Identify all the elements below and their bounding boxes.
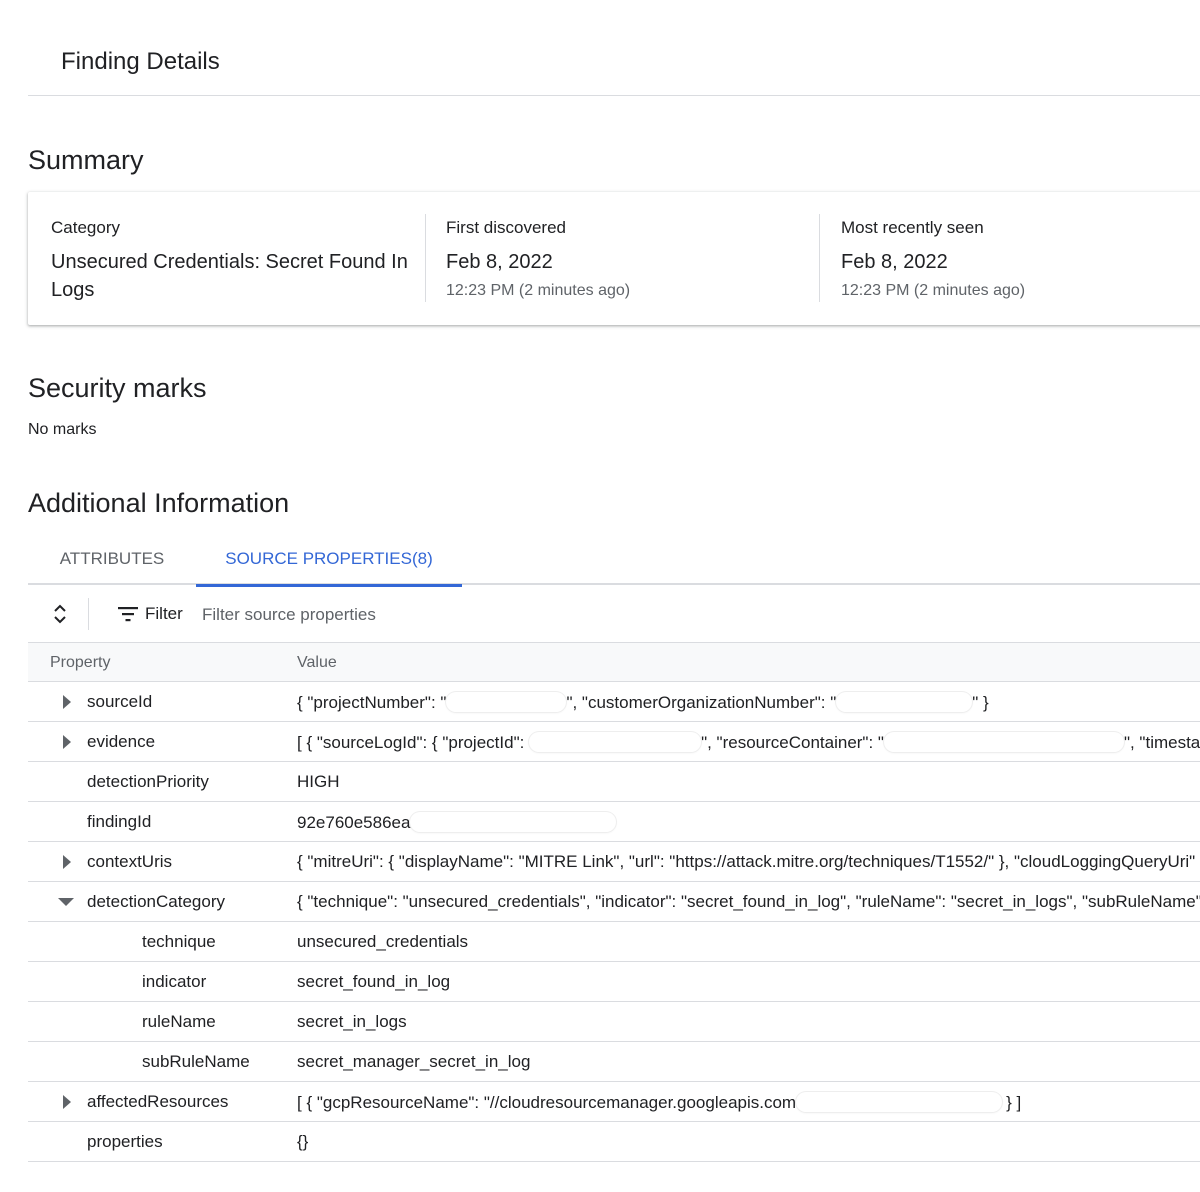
property-value: [ { "gcpResourceName": "//cloudresourcem…	[297, 1092, 1022, 1112]
property-value: secret_in_logs	[297, 1012, 407, 1031]
page-header: Finding Details	[28, 0, 1200, 96]
property-name: indicator	[142, 972, 207, 991]
table-row[interactable]: detectionCategory { "technique": "unsecu…	[28, 882, 1200, 922]
category-label: Category	[51, 218, 120, 237]
redacted-block	[836, 692, 973, 712]
category-value: Unsecured Credentials: Secret Found In L…	[51, 251, 408, 301]
collapse-arrow-icon[interactable]	[58, 893, 74, 911]
most-recently-seen-date: Feb 8, 2022	[841, 251, 948, 273]
info-tabs: ATTRIBUTES SOURCE PROPERTIES(8)	[28, 533, 1200, 587]
property-name: ruleName	[142, 1012, 216, 1031]
table-row[interactable]: indicator secret_found_in_log	[28, 962, 1200, 1002]
property-value: secret_manager_secret_in_log	[297, 1052, 531, 1071]
redacted-block	[529, 732, 702, 752]
table-toolbar: Filter	[28, 586, 1200, 642]
additional-information-heading: Additional Information	[28, 488, 290, 518]
summary-most-recently-seen: Most recently seen Feb 8, 2022 12:23 PM …	[841, 192, 1200, 325]
summary-first-discovered: First discovered Feb 8, 2022 12:23 PM (2…	[446, 192, 806, 325]
security-marks-heading: Security marks	[28, 373, 207, 403]
property-value: { "mitreUri": { "displayName": "MITRE Li…	[297, 852, 1196, 871]
first-discovered-time: 12:23 PM (2 minutes ago)	[446, 282, 631, 299]
property-value: { "technique": "unsecured_credentials", …	[297, 892, 1200, 911]
summary-divider	[425, 214, 426, 302]
tab-source-properties[interactable]: SOURCE PROPERTIES(8)	[196, 533, 462, 587]
column-header-value: Value	[297, 654, 337, 671]
property-name: properties	[87, 1132, 163, 1151]
redacted-block	[796, 1092, 1003, 1112]
filter-label[interactable]: Filter	[145, 604, 183, 624]
first-discovered-label: First discovered	[446, 218, 566, 237]
table-row[interactable]: affectedResources [ { "gcpResourceName":…	[28, 1082, 1200, 1122]
source-properties-table: Property Value sourceId { "projectNumber…	[28, 642, 1200, 1162]
page-title: Finding Details	[61, 48, 220, 75]
property-name: sourceId	[87, 692, 153, 711]
property-value: HIGH	[297, 772, 340, 791]
expand-arrow-icon[interactable]	[60, 853, 74, 871]
property-name: evidence	[87, 732, 156, 751]
expand-arrow-icon[interactable]	[60, 733, 74, 751]
summary-divider	[819, 214, 820, 302]
table-header: Property Value	[28, 642, 1200, 682]
property-name: technique	[142, 932, 216, 951]
property-name: detectionPriority	[87, 772, 209, 791]
property-name: findingId	[87, 812, 152, 831]
most-recently-seen-label: Most recently seen	[841, 218, 984, 237]
table-row[interactable]: ruleName secret_in_logs	[28, 1002, 1200, 1042]
property-name: contextUris	[87, 852, 173, 871]
property-value: { "projectNumber": " ", "customerOrganiza…	[297, 692, 989, 712]
property-value: unsecured_credentials	[297, 932, 469, 951]
redacted-block	[446, 692, 567, 712]
first-discovered-date: Feb 8, 2022	[446, 251, 553, 273]
filter-input[interactable]	[200, 598, 904, 632]
toolbar-divider	[88, 598, 89, 630]
table-row[interactable]: contextUris { "mitreUri": { "displayName…	[28, 842, 1200, 882]
summary-card: Category Unsecured Credentials: Secret F…	[28, 192, 1200, 325]
property-name: subRuleName	[142, 1052, 250, 1071]
table-row[interactable]: subRuleName secret_manager_secret_in_log	[28, 1042, 1200, 1082]
most-recently-seen-time: 12:23 PM (2 minutes ago)	[841, 282, 1026, 299]
filter-icon[interactable]	[117, 603, 139, 625]
table-row[interactable]: properties {}	[28, 1122, 1200, 1162]
summary-category: Category Unsecured Credentials: Secret F…	[51, 192, 411, 325]
redacted-block	[883, 732, 1124, 752]
no-marks-text: No marks	[28, 421, 97, 438]
property-name: detectionCategory	[87, 892, 225, 911]
redacted-block	[410, 812, 617, 832]
expand-arrow-icon[interactable]	[60, 693, 74, 711]
expand-arrow-icon[interactable]	[60, 1093, 74, 1111]
table-row[interactable]: evidence [ { "sourceLogId": { "projectId…	[28, 722, 1200, 762]
summary-heading: Summary	[28, 145, 144, 175]
property-name: affectedResources	[87, 1092, 229, 1111]
property-value: [ { "sourceLogId": { "projectId": ", "re…	[297, 732, 1200, 752]
unfold-icon[interactable]	[46, 600, 74, 628]
table-row[interactable]: detectionPriority HIGH	[28, 762, 1200, 802]
property-value: 92e760e586ea	[297, 812, 617, 833]
tab-attributes[interactable]: ATTRIBUTES	[28, 533, 196, 585]
property-value: secret_found_in_log	[297, 972, 451, 991]
table-row[interactable]: findingId 92e760e586ea	[28, 802, 1200, 842]
column-header-property: Property	[50, 654, 111, 671]
table-row[interactable]: sourceId { "projectNumber": " ", "custome…	[28, 682, 1200, 722]
table-row[interactable]: technique unsecured_credentials	[28, 922, 1200, 962]
property-value: {}	[297, 1132, 309, 1151]
